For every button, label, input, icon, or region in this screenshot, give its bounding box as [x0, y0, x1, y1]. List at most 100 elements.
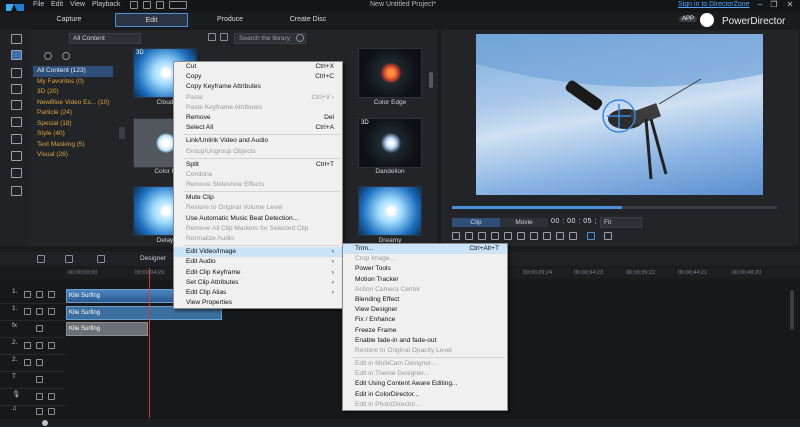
tab-produce[interactable]: Produce	[200, 13, 260, 27]
split-icon[interactable]	[97, 255, 105, 263]
chapter-room-icon[interactable]	[11, 168, 22, 178]
track-manager-icon[interactable]	[37, 255, 45, 263]
app-badge[interactable]: APP	[679, 16, 698, 22]
track-lock-icon[interactable]	[36, 376, 43, 383]
import-icon[interactable]	[44, 52, 52, 60]
previous-frame-icon[interactable]	[478, 232, 486, 240]
submenu-item[interactable]: View Designer	[343, 305, 507, 315]
pip-room-icon[interactable]	[11, 68, 22, 78]
3d-mode-icon[interactable]	[587, 232, 595, 240]
volume-icon[interactable]	[556, 232, 564, 240]
track-lock-icon[interactable]	[36, 359, 43, 366]
category-item[interactable]: Special (18)	[33, 119, 113, 130]
submenu-item[interactable]: Freeze Frame	[343, 326, 507, 336]
tab-edit[interactable]: Edit	[115, 13, 188, 27]
context_menu-item[interactable]: Mute Clip	[174, 193, 342, 203]
mode-switch-icon[interactable]	[169, 1, 187, 9]
category-item[interactable]: Text Masking (5)	[33, 140, 113, 151]
timeline-scrollbar[interactable]	[790, 290, 794, 330]
track-lock-icon[interactable]	[36, 408, 43, 415]
library-scrollbar[interactable]	[429, 72, 433, 88]
category-item[interactable]: My Favorites (0)	[33, 77, 113, 88]
context_menu-item[interactable]: Edit Clip Keyframe ›	[174, 268, 342, 278]
category-item[interactable]: Style (40)	[33, 129, 113, 140]
context_menu-item[interactable]: Edit Audio ›	[174, 257, 342, 267]
menu-edit[interactable]: Edit	[51, 1, 63, 8]
track-lock-icon[interactable]	[36, 308, 43, 315]
fast-forward-icon[interactable]	[504, 232, 512, 240]
sort-icon[interactable]	[220, 33, 228, 41]
submenu-item[interactable]: Motion Tracker	[343, 275, 507, 285]
particle-room-icon[interactable]	[11, 84, 22, 94]
undo-icon[interactable]	[143, 1, 151, 9]
play-icon[interactable]	[452, 232, 460, 240]
minimize-button[interactable]: –	[754, 0, 766, 10]
category-item[interactable]: Particle (24)	[33, 108, 113, 119]
submenu-item[interactable]: Edit Using Content Aware Editing...	[343, 379, 507, 389]
context_menu-item[interactable]: Link/Unlink Video and Audio	[174, 136, 342, 146]
redo-icon[interactable]	[156, 1, 164, 9]
close-button[interactable]: ✕	[784, 0, 796, 10]
favorite-icon[interactable]	[62, 52, 70, 60]
save-icon[interactable]	[130, 1, 138, 9]
context_menu-item[interactable]: View Properties	[174, 298, 342, 308]
video-clip[interactable]: Kite Surfing	[66, 289, 174, 303]
audio-mixing-icon[interactable]	[11, 134, 22, 144]
effect-thumbnail[interactable]: 3D	[358, 118, 422, 168]
track-enable-checkbox[interactable]	[24, 308, 31, 315]
stop-icon[interactable]	[465, 232, 473, 240]
submenu-item[interactable]: Fix / Enhance	[343, 315, 507, 325]
next-frame-icon[interactable]	[491, 232, 499, 240]
category-item[interactable]: NewBlue Video Es... (10)	[33, 98, 113, 109]
track-lock-icon[interactable]	[36, 393, 43, 400]
search-icon[interactable]	[296, 34, 304, 42]
submenu-item[interactable]: Enable fade-in and fade-out	[343, 336, 507, 346]
title-room-icon[interactable]	[11, 100, 22, 110]
content-filter-dropdown[interactable]: All Content	[69, 33, 141, 44]
track-enable-checkbox[interactable]	[24, 342, 31, 349]
preview-tab-movie[interactable]: Movie	[500, 218, 548, 227]
transition-room-icon[interactable]	[11, 117, 22, 127]
fx-clip[interactable]: Kite Surfing	[66, 322, 148, 336]
media-room-icon[interactable]	[11, 34, 22, 44]
menu-view[interactable]: View	[70, 1, 85, 8]
effect-thumbnail[interactable]	[358, 186, 422, 236]
context_menu-item[interactable]: Copy Ctrl+C	[174, 72, 342, 82]
track-expand-icon[interactable]	[48, 393, 55, 400]
fx-room-icon[interactable]	[11, 50, 22, 60]
display-mode-icon[interactable]	[569, 232, 577, 240]
timeline-playhead[interactable]	[149, 268, 150, 418]
track-enable-checkbox[interactable]	[24, 359, 31, 366]
subtitle-room-icon[interactable]	[11, 186, 22, 196]
track-expand-icon[interactable]	[48, 308, 55, 315]
snapshot-icon[interactable]	[530, 232, 538, 240]
menu-file[interactable]: File	[33, 1, 44, 8]
context_menu-item[interactable]: Use Automatic Music Beat Detection...	[174, 214, 342, 224]
track-lock-icon[interactable]	[36, 342, 43, 349]
undock-icon[interactable]	[604, 232, 612, 240]
tab-create-disc[interactable]: Create Disc	[276, 13, 340, 27]
keyframe-icon[interactable]	[65, 255, 73, 263]
track-expand-icon[interactable]	[48, 342, 55, 349]
menu-playback[interactable]: Playback	[92, 1, 120, 8]
context_menu-item[interactable]: Remove Del	[174, 113, 342, 123]
signin-link[interactable]: Sign in to DirectorZone	[678, 1, 750, 8]
effect-thumbnail[interactable]	[358, 48, 422, 98]
context_menu-item[interactable]: Edit Video/Image ›	[174, 247, 342, 258]
context_menu-item[interactable]: Cut Ctrl+X	[174, 62, 342, 72]
maximize-button[interactable]: ❐	[768, 0, 780, 10]
context_menu-item[interactable]: Set Clip Attributes ›	[174, 278, 342, 288]
category-item[interactable]: 3D (20)	[33, 87, 113, 98]
tab-capture[interactable]: Capture	[40, 13, 98, 27]
zoom-fit-dropdown[interactable]: Fit	[600, 217, 642, 228]
grid-view-icon[interactable]	[208, 33, 216, 41]
submenu-item[interactable]: Power Tools	[343, 264, 507, 274]
snapshot-camera-icon[interactable]	[543, 232, 551, 240]
designer-button[interactable]: Designer	[140, 255, 166, 262]
context_menu-item[interactable]: Select All Ctrl+A	[174, 123, 342, 133]
context_menu-item[interactable]: Copy Keyframe Attributes	[174, 82, 342, 92]
track-lock-icon[interactable]	[36, 291, 43, 298]
context_menu-item[interactable]: Split Ctrl+T	[174, 160, 342, 170]
zoom-slider[interactable]	[42, 420, 48, 426]
collapse-arrow-icon[interactable]	[119, 127, 125, 139]
